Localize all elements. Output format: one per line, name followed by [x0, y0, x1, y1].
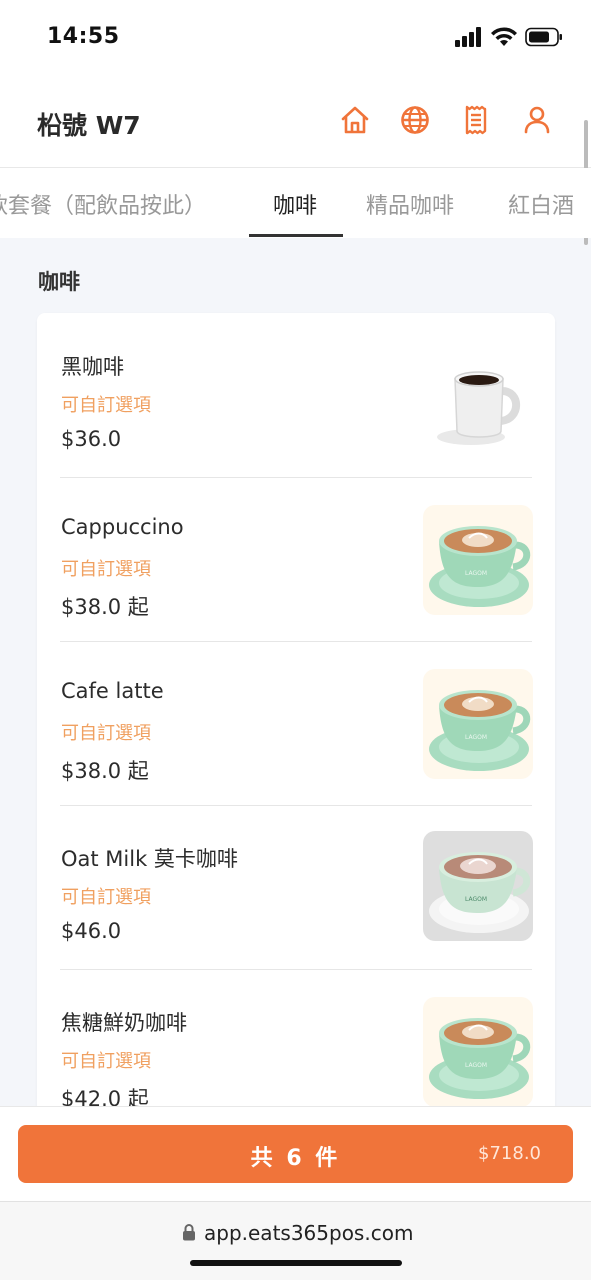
- oat-milk-mocha-image: LAGOM: [423, 831, 533, 941]
- menu-item-caramel-latte[interactable]: 焦糖鮮奶咖啡 可自訂選項 $42.0 起 LAGOM: [37, 969, 555, 1113]
- home-icon[interactable]: [339, 104, 371, 136]
- battery-icon: [525, 27, 562, 47]
- globe-icon[interactable]: [399, 104, 431, 136]
- item-price: $46.0: [61, 919, 122, 943]
- cafe-latte-image: LAGOM: [423, 669, 533, 779]
- section-title: 咖啡: [38, 270, 80, 294]
- store-name: 柗號 W7: [37, 111, 141, 140]
- receipt-icon[interactable]: [460, 104, 492, 136]
- cart-bar: 共 6 件 $718.0: [0, 1106, 591, 1201]
- item-name: 黑咖啡: [61, 355, 124, 379]
- signal-icon: [455, 27, 481, 47]
- item-name: Cappuccino: [61, 515, 184, 539]
- black-coffee-image: [423, 341, 533, 451]
- tab-set-meal[interactable]: 飲套餐（配飲品按此）: [0, 188, 206, 220]
- menu-card: 黑咖啡 可自訂選項 $36.0 Cappuccino 可自訂選項 $38.0 起: [37, 313, 555, 1113]
- user-icon[interactable]: [521, 104, 553, 136]
- tab-specialty-coffee[interactable]: 精品咖啡: [366, 188, 454, 220]
- item-option-label: 可自訂選項: [61, 887, 151, 908]
- cart-total: $718.0: [478, 1143, 541, 1164]
- status-bar: 14:55: [0, 0, 591, 76]
- item-name: 焦糖鮮奶咖啡: [61, 1011, 187, 1035]
- view-cart-button[interactable]: 共 6 件 $718.0: [18, 1125, 573, 1183]
- tab-coffee[interactable]: 咖啡: [273, 188, 317, 220]
- caramel-latte-image: LAGOM: [423, 997, 533, 1107]
- svg-text:LAGOM: LAGOM: [465, 734, 487, 741]
- cappuccino-image: LAGOM: [423, 505, 533, 615]
- menu-item-cafe-latte[interactable]: Cafe latte 可自訂選項 $38.0 起 LAGOM: [37, 641, 555, 805]
- lock-icon: [183, 1224, 195, 1241]
- item-option-label: 可自訂選項: [61, 723, 151, 744]
- tab-wine[interactable]: 紅白酒: [508, 188, 574, 220]
- item-name: Cafe latte: [61, 679, 164, 703]
- wifi-icon: [491, 27, 517, 46]
- svg-text:LAGOM: LAGOM: [465, 896, 487, 903]
- item-name: Oat Milk 莫卡咖啡: [61, 847, 238, 871]
- menu-item-black-coffee[interactable]: 黑咖啡 可自訂選項 $36.0: [37, 313, 555, 477]
- home-indicator[interactable]: [190, 1260, 402, 1266]
- menu-item-oat-milk-mocha[interactable]: Oat Milk 莫卡咖啡 可自訂選項 $46.0 LAGOM: [37, 805, 555, 969]
- status-icons: [455, 24, 563, 50]
- svg-text:LAGOM: LAGOM: [465, 1062, 487, 1069]
- item-price: $38.0 起: [61, 595, 149, 619]
- item-option-label: 可自訂選項: [61, 559, 151, 580]
- menu-item-cappuccino[interactable]: Cappuccino 可自訂選項 $38.0 起 LAGOM: [37, 477, 555, 641]
- item-option-label: 可自訂選項: [61, 1051, 151, 1072]
- svg-text:LAGOM: LAGOM: [465, 570, 487, 577]
- item-price: $38.0 起: [61, 759, 149, 783]
- category-tabs: 飲套餐（配飲品按此） 咖啡 精品咖啡 紅白酒: [0, 168, 591, 238]
- item-price: $36.0: [61, 427, 122, 451]
- browser-url-bar[interactable]: app.eats365pos.com: [0, 1201, 591, 1280]
- app-header: 柗號 W7: [0, 76, 591, 168]
- url-text: app.eats365pos.com: [204, 1221, 414, 1245]
- item-option-label: 可自訂選項: [61, 395, 151, 416]
- status-time: 14:55: [47, 24, 120, 49]
- active-tab-indicator: [249, 234, 343, 237]
